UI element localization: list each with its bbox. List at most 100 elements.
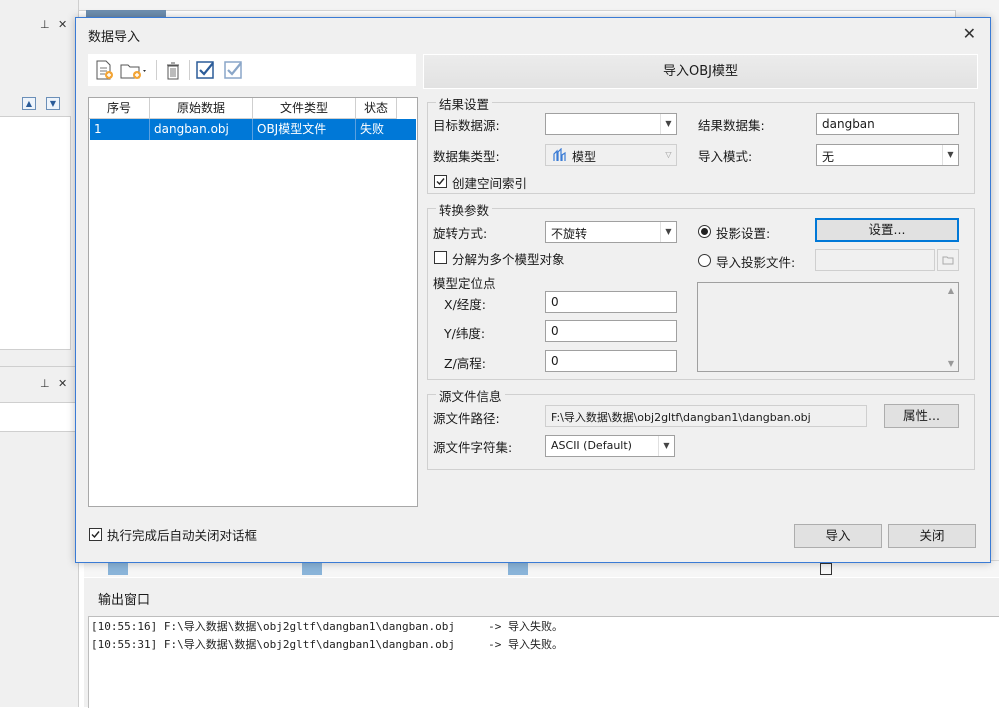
cell-status: 失败 [360,122,385,136]
import-mode-select[interactable]: 无 ▼ [816,144,959,166]
left-dock: ⊥ ✕ ▲ ▼ ⊥ ✕ [0,0,79,707]
add-folder-icon[interactable] [119,60,149,80]
result-settings-group: 结果设置 目标数据源: ▼ 结果数据集: dangban 数据集类型: 模型 ▽… [427,94,975,194]
close-icon[interactable]: ✕ [58,18,67,31]
chevron-down-icon: ▼ [658,436,674,456]
startup-checkbox[interactable] [820,563,832,575]
position-label: 模型定位点 [433,276,496,291]
column-header-index[interactable]: 序号 [89,98,150,119]
cell-type: OBJ模型文件 [253,119,356,140]
column-header-type[interactable]: 文件类型 [253,98,356,119]
toolbar-divider [156,60,157,80]
auto-close-label: 执行完成后自动关闭对话框 [107,528,258,543]
target-source-label: 目标数据源: [433,118,500,133]
dataset-type-select[interactable]: 模型 ▽ [545,144,677,166]
source-file-group: 源文件信息 源文件路径: F:\导入数据\数据\obj2gltf\dangban… [427,386,975,470]
rotation-value: 不旋转 [551,227,588,241]
source-path-label: 源文件路径: [433,411,500,426]
chevron-down-icon: ▼ [660,114,676,134]
rotation-label: 旋转方式: [433,226,488,241]
pin-icon[interactable]: ⊥ [40,377,50,390]
import-mode-value: 无 [822,150,835,164]
check-icon [436,178,445,186]
z-input[interactable]: 0 [545,350,677,372]
import-mode-label: 导入模式: [698,149,753,164]
projection-setting-button[interactable]: 设置... [815,218,959,242]
output-window-title: 输出窗口 [98,593,151,608]
dataset-type-value: 模型 [572,150,597,164]
properties-button[interactable]: 属性... [884,404,959,428]
import-projection-radio[interactable] [698,254,711,267]
z-label: Z/高程: [444,356,486,371]
projection-info-box: ▲ ▼ [697,282,959,372]
start-page-icon [508,563,528,575]
file-toolbar [88,54,416,86]
charset-value: ASCII (Default) [551,439,632,452]
x-label: X/经度: [444,297,486,312]
table-row[interactable]: 1 dangban.obj OBJ模型文件 失败 [90,119,416,140]
scroll-down-icon[interactable]: ▼ [948,359,954,368]
x-input[interactable]: 0 [545,291,677,313]
data-import-dialog: 数据导入 ✕ 序号 原始数据 文件类型 状态 1 dangban.obj OBJ… [75,17,991,563]
close-icon[interactable]: ✕ [963,24,976,43]
browse-button[interactable] [937,249,959,271]
group-title: 结果设置 [436,94,493,113]
target-source-select[interactable]: ▼ [545,113,677,135]
select-all-icon[interactable] [195,60,217,80]
cell-source: dangban.obj [150,119,253,140]
output-window: 输出窗口 [10:55:16] F:\导入数据\数据\obj2gltf\dang… [84,578,999,708]
result-dataset-input[interactable]: dangban [816,113,959,135]
left-panel-nav: ▲ ▼ [0,94,72,114]
column-header-status[interactable]: 状态 [356,98,397,119]
file-list: 序号 原始数据 文件类型 状态 1 dangban.obj OBJ模型文件 失败 [88,97,418,507]
delete-icon[interactable] [162,60,184,80]
y-label: Y/纬度: [444,326,486,341]
rotation-select[interactable]: 不旋转 ▼ [545,221,677,243]
cell-index: 1 [90,119,150,140]
import-button[interactable]: 导入 [794,524,882,548]
spatial-index-checkbox[interactable] [434,175,447,188]
model-icon [553,148,566,161]
group-title: 源文件信息 [436,386,505,405]
close-icon[interactable]: ✕ [58,377,67,390]
charset-select[interactable]: ASCII (Default) ▼ [545,435,675,457]
auto-close-checkbox[interactable] [89,528,102,541]
conversion-params-group: 转换参数 旋转方式: 不旋转 ▼ 投影设置: 设置... 分解为多个模型对象 导… [427,200,975,380]
chevron-down-icon: ▼ [942,145,958,165]
column-header-source[interactable]: 原始数据 [150,98,253,119]
select-invert-icon[interactable] [223,60,245,80]
chevron-down-icon: ▽ [665,150,672,159]
scroll-up-icon[interactable]: ▲ [948,286,954,295]
source-path-input[interactable]: F:\导入数据\数据\obj2gltf\dangban1\dangban.obj [545,405,867,427]
charset-label: 源文件字符集: [433,440,513,455]
move-down-icon[interactable]: ▼ [46,97,60,110]
left-panel-content [0,116,71,350]
split-model-label: 分解为多个模型对象 [452,252,565,267]
add-file-icon[interactable] [93,60,115,80]
start-page-icon [108,563,128,575]
start-page-icon [302,563,322,575]
move-up-icon[interactable]: ▲ [22,97,36,110]
dialog-title: 数据导入 [88,30,141,45]
y-input[interactable]: 0 [545,320,677,342]
spatial-index-label: 创建空间索引 [452,176,528,191]
projection-setting-label: 投影设置: [716,226,771,241]
output-log: [10:55:16] F:\导入数据\数据\obj2gltf\dangban1\… [88,616,999,708]
left-panel-bottom-header: ⊥ ✕ [0,366,78,403]
pin-icon[interactable]: ⊥ [40,18,50,31]
import-projection-label: 导入投影文件: [716,255,796,270]
projection-setting-radio[interactable] [698,225,711,238]
toolbar-divider [189,60,190,80]
log-line: [10:55:16] F:\导入数据\数据\obj2gltf\dangban1\… [91,620,563,633]
log-line: [10:55:31] F:\导入数据\数据\obj2gltf\dangban1\… [91,638,563,651]
result-dataset-label: 结果数据集: [698,118,765,133]
left-panel-top: ⊥ ✕ [0,12,78,76]
left-panel-bottom-content [0,402,77,432]
check-icon [91,531,100,539]
group-title: 转换参数 [436,200,493,219]
folder-open-icon [942,256,954,265]
chevron-down-icon: ▼ [660,222,676,242]
projection-file-input[interactable] [815,249,935,271]
close-button[interactable]: 关闭 [888,524,976,548]
split-model-checkbox[interactable] [434,251,447,264]
